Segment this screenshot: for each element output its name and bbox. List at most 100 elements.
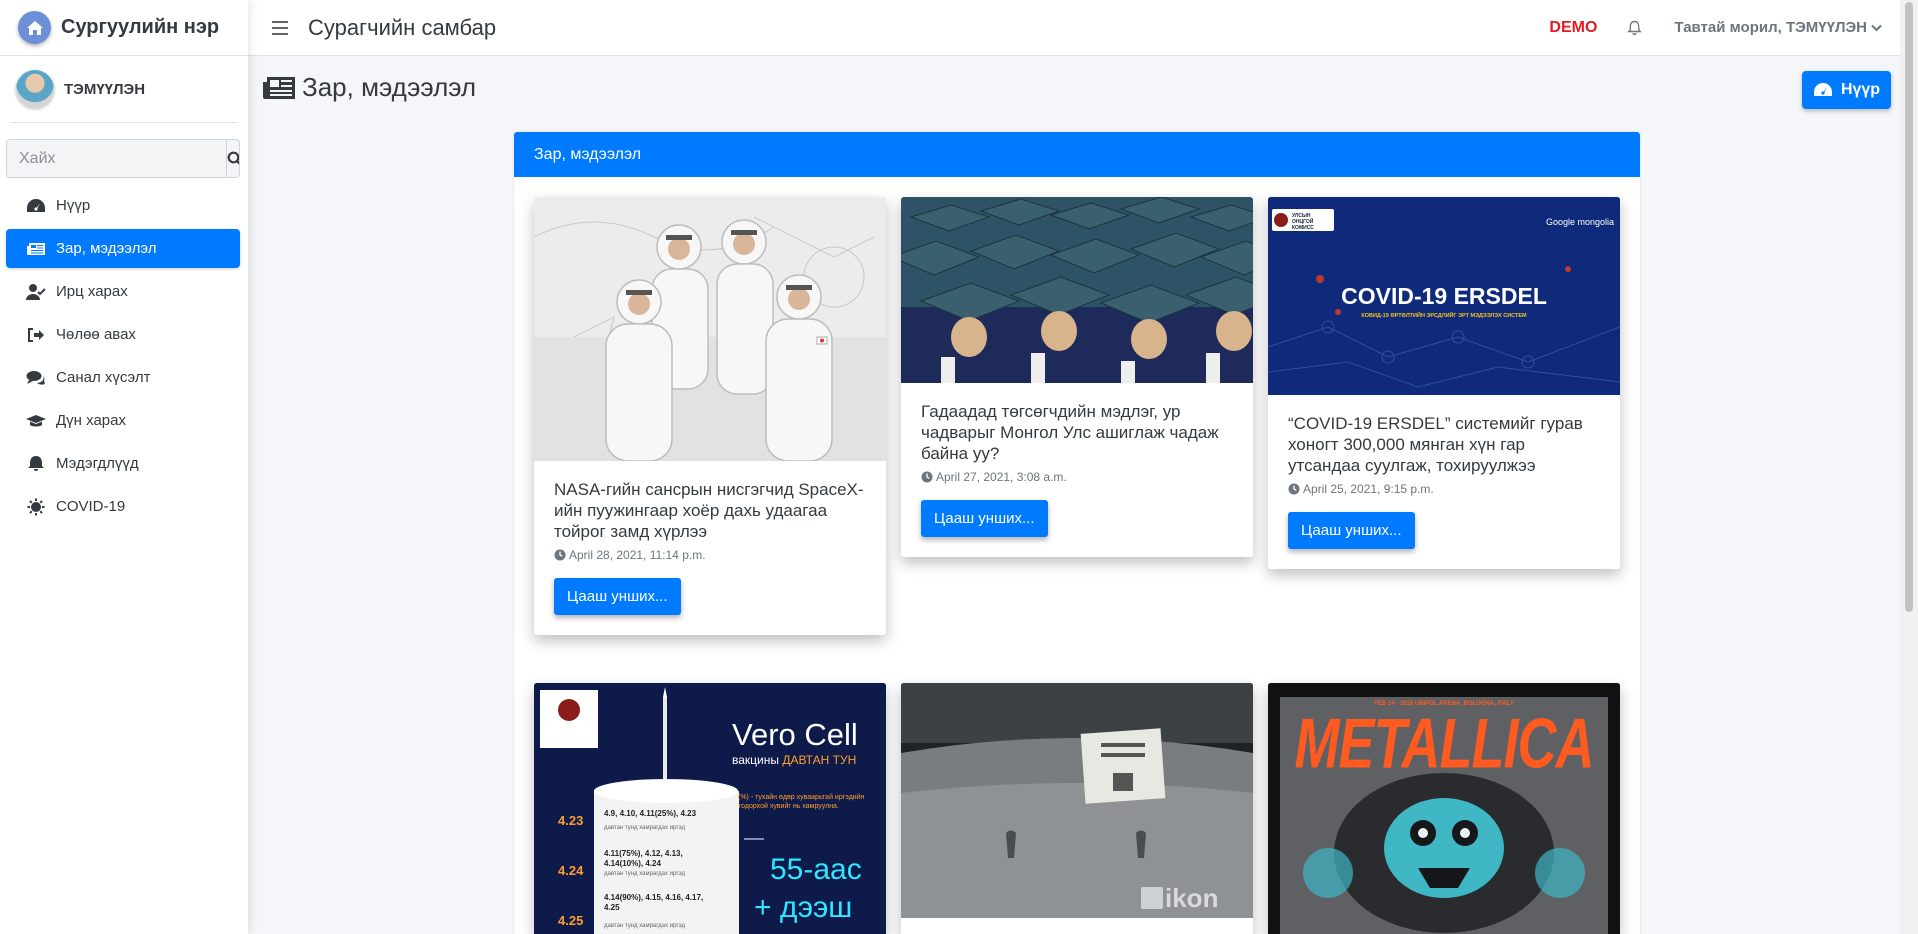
menu-toggle-icon[interactable] — [272, 20, 288, 35]
user-menu[interactable]: Тавтай морил, ТЭМҮҮЛЭН — [1674, 19, 1882, 36]
virus-icon — [26, 497, 50, 517]
vero-day: 4.23 — [558, 813, 584, 828]
news-item: ikon — [901, 683, 1253, 934]
brand-name: Сургуулийн нэр — [61, 16, 220, 38]
news-body: “COVID-19 ERSDEL” системийг гурав хоногт… — [1268, 395, 1620, 569]
sidebar-item-label: Ирц харах — [56, 283, 128, 300]
demo-badge: DEMO — [1549, 18, 1598, 36]
home-logo-icon — [18, 11, 51, 44]
vero-row-text: 4.14(90%), 4.15, 4.16, 4.17, 4.25 — [604, 893, 704, 912]
news-date: April 28, 2021, 11:14 p.m. — [554, 548, 866, 562]
user-name: ТЭМҮҮЛЭН — [64, 80, 146, 98]
news-date: April 25, 2021, 9:15 p.m. — [1288, 482, 1600, 496]
search-button[interactable] — [226, 140, 239, 177]
notifications-bell-icon[interactable] — [1627, 20, 1643, 36]
sidebar-item-feedback[interactable]: Санал хүсэлт — [6, 358, 240, 397]
dashboard-icon — [1813, 83, 1832, 96]
news-date-text: April 27, 2021, 3:08 a.m. — [936, 470, 1067, 484]
sidebar-item-label: Нүүр — [56, 197, 91, 214]
user-panel[interactable]: ТЭМҮҮЛЭН — [10, 56, 238, 123]
sign-out-icon — [26, 325, 50, 345]
vero-row-caption: давтан тунд хамрагдах иргэд — [604, 923, 685, 929]
sidebar-item-leave[interactable]: Чөлөө авах — [6, 315, 240, 354]
news-date-text: April 25, 2021, 9:15 p.m. — [1303, 482, 1434, 496]
user-check-icon — [26, 282, 50, 302]
search-input[interactable] — [7, 140, 226, 177]
news-body: NASA-гийн сансрын нисгэгчид SpaceX-ийн п… — [534, 461, 886, 635]
news-item: Гадаадад төгсөгчдийн мэдлэг, ур чадварыг… — [901, 197, 1253, 557]
vero-day: 4.24 — [558, 863, 584, 878]
scrollbar-thumb[interactable] — [1905, 2, 1913, 612]
news-title[interactable]: NASA-гийн сансрын нисгэгчид SpaceX-ийн п… — [554, 479, 866, 542]
sidebar-item-label: Чөлөө авах — [56, 326, 136, 343]
vero-row-text: 4.11(75%), 4.12, 4.13, 4.14(10%), 4.24 — [604, 849, 683, 868]
news-item: УЛСЫН ОНЦГОЙ КОМИСС Google mongolia COVI… — [1268, 197, 1620, 569]
news-body: Гадаадад төгсөгчдийн мэдлэг, ур чадварыг… — [901, 383, 1253, 557]
page-title-bar: Зар, мэдээлэл — [262, 72, 476, 103]
sidebar-item-home[interactable]: Нүүр — [6, 186, 240, 225]
search-icon — [227, 151, 239, 165]
read-more-button[interactable]: Цааш унших... — [554, 578, 681, 615]
clock-icon — [554, 549, 566, 561]
home-button-label: Нүүр — [1840, 81, 1881, 98]
sidebar: Сургуулийн нэр ТЭМҮҮЛЭН Нүүр Зар, мэдээл… — [0, 0, 248, 934]
chevron-down-icon — [1871, 24, 1882, 31]
vero-title: Vero Cell — [732, 717, 858, 752]
news-image-metallica[interactable]: FEB 14 · 2018 UNIPOL ARENA, BOLOGNA, ITA… — [1268, 683, 1620, 934]
page-heading: Сурагчийн самбар — [308, 14, 497, 40]
news-card-header: Зар, мэдээлэл — [514, 132, 1640, 177]
comments-icon — [26, 368, 50, 388]
sidebar-item-covid[interactable]: COVID-19 — [6, 487, 240, 526]
topbar: Сурагчийн самбар DEMO Тавтай морил, ТЭМҮ… — [248, 0, 1900, 56]
welcome-text: Тавтай морил, ТЭМҮҮЛЭН — [1674, 19, 1867, 36]
graduation-cap-icon — [26, 411, 50, 431]
sidebar-item-news[interactable]: Зар, мэдээлэл — [6, 229, 240, 268]
sidebar-item-label: Мэдэгдлүүд — [56, 455, 139, 472]
read-more-button[interactable]: Цааш унших... — [921, 500, 1048, 537]
topbar-right: DEMO Тавтай морил, ТЭМҮҮЛЭН — [1549, 19, 1882, 37]
metallica-band: METALLICA — [1294, 705, 1595, 783]
sidebar-item-notifications[interactable]: Мэдэгдлүүд — [6, 444, 240, 483]
news-item: FEB 14 · 2018 UNIPOL ARENA, BOLOGNA, ITA… — [1268, 683, 1620, 934]
sidebar-item-label: Дүн харах — [56, 412, 126, 429]
news-date-text: April 28, 2021, 11:14 p.m. — [569, 548, 706, 562]
news-image-ikon[interactable]: ikon — [901, 683, 1253, 934]
page-scrollbar[interactable] — [1900, 0, 1918, 934]
sidebar-item-attendance[interactable]: Ирц харах — [6, 272, 240, 311]
read-more-button[interactable]: Цааш унших... — [1288, 512, 1415, 549]
news-image-astronauts[interactable] — [534, 197, 886, 461]
vero-big2: + дээш — [754, 891, 853, 924]
sidebar-search — [6, 139, 240, 178]
covid-partners: Google mongolia — [1545, 217, 1614, 227]
page-title: Зар, мэдээлэл — [302, 72, 477, 102]
vero-row-caption: давтан тунд хамрагдах иргэд — [604, 871, 685, 877]
brand[interactable]: Сургуулийн нэр — [0, 0, 248, 56]
vero-day: 4.25 — [558, 913, 584, 928]
vero-big: 55-аас — [770, 853, 862, 886]
sidebar-item-grades[interactable]: Дүн харах — [6, 401, 240, 440]
sidebar-item-label: COVID-19 — [56, 498, 126, 515]
sidebar-item-label: Зар, мэдээлэл — [56, 240, 157, 257]
vero-note: (%) - тухайн өдөр хуваарьтай иргэдийн то… — [738, 794, 865, 810]
news-item: Vero Cell вакцины ДАВТАН ТУН (%) - тухай… — [534, 683, 886, 934]
news-image-covid-ersdel[interactable]: УЛСЫН ОНЦГОЙ КОМИСС Google mongolia COVI… — [1268, 197, 1620, 395]
dashboard-icon — [26, 196, 50, 216]
news-item: NASA-гийн сансрын нисгэгчид SpaceX-ийн п… — [534, 197, 886, 635]
bell-icon — [26, 454, 50, 474]
news-image-vero-cell[interactable]: Vero Cell вакцины ДАВТАН ТУН (%) - тухай… — [534, 683, 886, 934]
vero-row-text: 4.9, 4.10, 4.11(25%), 4.23 — [604, 809, 697, 818]
newspaper-icon — [263, 76, 295, 99]
clock-icon — [1288, 483, 1300, 495]
vero-row-caption: давтан тунд хамрагдах иргэд — [604, 825, 685, 831]
news-date: April 27, 2021, 3:08 a.m. — [921, 470, 1233, 484]
covid-title: COVID-19 ERSDEL — [1341, 283, 1547, 309]
ikon-watermark: ikon — [1165, 883, 1219, 913]
home-button[interactable]: Нүүр — [1802, 71, 1891, 109]
news-title[interactable]: “COVID-19 ERSDEL” системийг гурав хоногт… — [1288, 413, 1600, 476]
news-title[interactable]: Гадаадад төгсөгчдийн мэдлэг, ур чадварыг… — [921, 401, 1233, 464]
newspaper-icon — [26, 239, 50, 259]
clock-icon — [921, 471, 933, 483]
news-image-graduation[interactable] — [901, 197, 1253, 383]
vero-subtitle: вакцины ДАВТАН ТУН — [732, 753, 857, 767]
avatar — [16, 70, 54, 108]
